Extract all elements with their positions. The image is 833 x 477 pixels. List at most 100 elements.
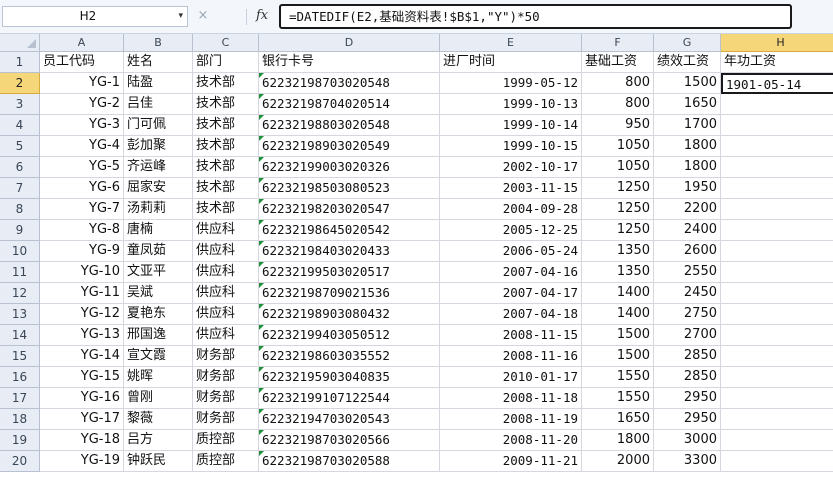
table-cell[interactable]: 2010-01-17	[440, 367, 582, 388]
table-cell[interactable]: 陆盈	[124, 73, 193, 94]
table-cell[interactable]: 1999-10-15	[440, 136, 582, 157]
table-cell[interactable]: 62232199003020326	[259, 157, 440, 178]
column-title-cell[interactable]: 绩效工资	[654, 52, 721, 73]
table-cell[interactable]: 2003-11-15	[440, 178, 582, 199]
column-header-f[interactable]: F	[582, 34, 654, 52]
table-cell[interactable]: 1800	[654, 157, 721, 178]
table-cell[interactable]: 供应科	[193, 241, 259, 262]
table-cell[interactable]: 1999-10-14	[440, 115, 582, 136]
table-cell[interactable]: 吕佳	[124, 94, 193, 115]
table-cell[interactable]: 童凤茹	[124, 241, 193, 262]
table-cell[interactable]: 技术部	[193, 136, 259, 157]
table-cell[interactable]: 财务部	[193, 367, 259, 388]
table-cell[interactable]: 62232199503020517	[259, 262, 440, 283]
column-title-cell[interactable]: 银行卡号	[259, 52, 440, 73]
table-cell[interactable]: 质控部	[193, 451, 259, 472]
table-cell[interactable]: 1050	[582, 136, 654, 157]
table-cell[interactable]	[721, 304, 833, 325]
table-cell[interactable]: YG-5	[40, 157, 124, 178]
table-cell[interactable]: YG-14	[40, 346, 124, 367]
column-header-e[interactable]: E	[440, 34, 582, 52]
table-cell[interactable]: 黎薇	[124, 409, 193, 430]
column-header-a[interactable]: A	[40, 34, 124, 52]
table-cell[interactable]: 62232198603035552	[259, 346, 440, 367]
table-cell[interactable]: YG-9	[40, 241, 124, 262]
table-cell[interactable]	[721, 388, 833, 409]
table-cell[interactable]: YG-8	[40, 220, 124, 241]
column-header-h[interactable]: H	[721, 34, 833, 52]
table-cell[interactable]: 1550	[582, 367, 654, 388]
table-cell[interactable]: 1350	[582, 241, 654, 262]
table-cell[interactable]: 邢国逸	[124, 325, 193, 346]
table-cell[interactable]: 2200	[654, 199, 721, 220]
row-header-11[interactable]: 11	[0, 262, 40, 283]
column-header-g[interactable]: G	[654, 34, 721, 52]
column-title-cell[interactable]: 基础工资	[582, 52, 654, 73]
table-cell[interactable]: 1700	[654, 115, 721, 136]
row-header-1[interactable]: 1	[0, 52, 40, 73]
table-cell[interactable]: 供应科	[193, 283, 259, 304]
table-cell[interactable]	[721, 136, 833, 157]
table-cell[interactable]: 2700	[654, 325, 721, 346]
row-header-13[interactable]: 13	[0, 304, 40, 325]
table-cell[interactable]: 1999-10-13	[440, 94, 582, 115]
table-cell[interactable]: 汤莉莉	[124, 199, 193, 220]
table-cell[interactable]: 2007-04-17	[440, 283, 582, 304]
column-header-b[interactable]: B	[124, 34, 193, 52]
table-cell[interactable]: 62232198503080523	[259, 178, 440, 199]
row-header-18[interactable]: 18	[0, 409, 40, 430]
table-cell[interactable]: 1050	[582, 157, 654, 178]
row-header-4[interactable]: 4	[0, 115, 40, 136]
table-cell[interactable]: 屈家安	[124, 178, 193, 199]
insert-function-icon[interactable]: fx	[256, 5, 276, 27]
table-cell[interactable]: 吕方	[124, 430, 193, 451]
table-cell[interactable]: 1650	[582, 409, 654, 430]
select-all-corner[interactable]	[0, 34, 40, 52]
column-title-cell[interactable]: 年功工资	[721, 52, 833, 73]
table-cell[interactable]: 2950	[654, 388, 721, 409]
table-cell[interactable]: 齐运峰	[124, 157, 193, 178]
table-cell[interactable]: 2007-04-18	[440, 304, 582, 325]
formula-input[interactable]: =DATEDIF(E2,基础资料表!$B$1,"Y")*50	[279, 4, 792, 29]
column-header-d[interactable]: D	[259, 34, 440, 52]
row-header-15[interactable]: 15	[0, 346, 40, 367]
table-cell[interactable]	[721, 409, 833, 430]
table-cell[interactable]	[721, 241, 833, 262]
table-cell[interactable]: YG-19	[40, 451, 124, 472]
table-cell[interactable]: 2750	[654, 304, 721, 325]
table-cell[interactable]: 3000	[654, 430, 721, 451]
table-cell[interactable]: 技术部	[193, 178, 259, 199]
table-cell[interactable]: YG-6	[40, 178, 124, 199]
table-cell[interactable]: YG-12	[40, 304, 124, 325]
table-cell[interactable]: 姚晖	[124, 367, 193, 388]
table-cell[interactable]	[721, 283, 833, 304]
row-header-19[interactable]: 19	[0, 430, 40, 451]
table-cell[interactable]: 62232198645020542	[259, 220, 440, 241]
table-cell[interactable]: 夏艳东	[124, 304, 193, 325]
row-header-8[interactable]: 8	[0, 199, 40, 220]
table-cell[interactable]: 供应科	[193, 304, 259, 325]
table-cell[interactable]: 2002-10-17	[440, 157, 582, 178]
table-cell[interactable]: 2008-11-20	[440, 430, 582, 451]
table-cell[interactable]: 1500	[654, 73, 721, 94]
table-cell[interactable]: 供应科	[193, 220, 259, 241]
table-cell[interactable]: 2005-12-25	[440, 220, 582, 241]
row-header-17[interactable]: 17	[0, 388, 40, 409]
table-cell[interactable]	[721, 220, 833, 241]
table-cell[interactable]: 技术部	[193, 94, 259, 115]
table-cell[interactable]	[721, 430, 833, 451]
column-title-cell[interactable]: 姓名	[124, 52, 193, 73]
table-cell[interactable]: 2850	[654, 367, 721, 388]
table-cell[interactable]: 财务部	[193, 388, 259, 409]
table-cell[interactable]: 2008-11-18	[440, 388, 582, 409]
table-cell[interactable]: 62232198709021536	[259, 283, 440, 304]
table-cell[interactable]: 技术部	[193, 115, 259, 136]
name-box-dropdown-icon[interactable]: ▾	[178, 7, 183, 26]
table-cell[interactable]: 1800	[654, 136, 721, 157]
table-cell[interactable]: 2600	[654, 241, 721, 262]
row-header-5[interactable]: 5	[0, 136, 40, 157]
row-header-16[interactable]: 16	[0, 367, 40, 388]
table-cell[interactable]: 2550	[654, 262, 721, 283]
table-cell[interactable]: YG-4	[40, 136, 124, 157]
table-cell[interactable]: YG-15	[40, 367, 124, 388]
